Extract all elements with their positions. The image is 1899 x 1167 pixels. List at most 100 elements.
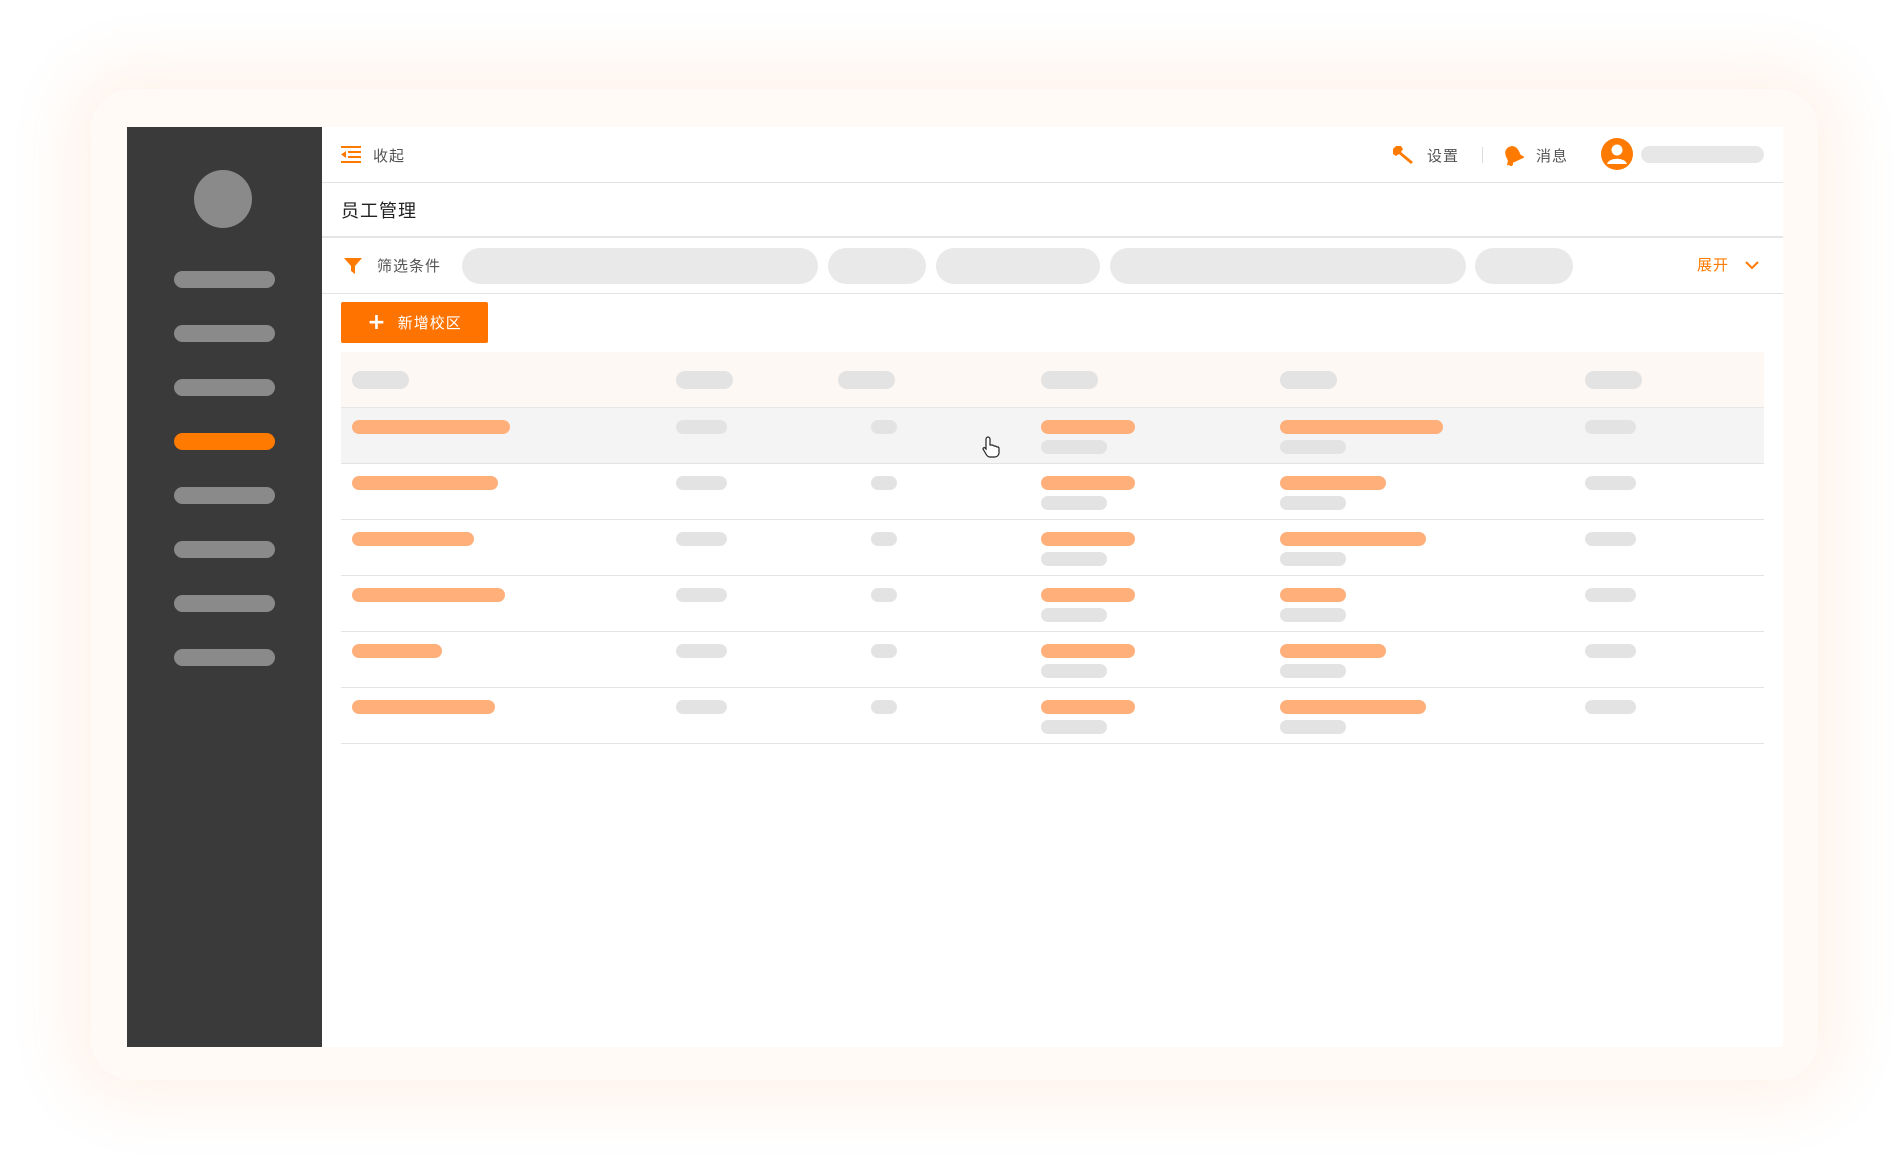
sidebar-item[interactable] (174, 595, 275, 612)
bell-icon (1505, 146, 1524, 166)
messages-label: 消息 (1536, 146, 1569, 165)
cell-sub (1041, 552, 1107, 566)
cell (871, 476, 897, 490)
table-row[interactable] (341, 632, 1764, 688)
column-header[interactable] (676, 371, 733, 389)
cell (676, 644, 727, 658)
add-campus-button[interactable]: + 新增校区 (341, 302, 488, 343)
cell-name (352, 476, 498, 490)
settings-label: 设置 (1427, 146, 1460, 165)
cell-sub (1280, 496, 1346, 510)
cell (871, 420, 897, 434)
cell-sub (1280, 720, 1346, 734)
column-header[interactable] (1585, 371, 1642, 389)
messages-button[interactable]: 消息 (1502, 143, 1568, 167)
funnel-icon (344, 258, 362, 274)
sidebar-item[interactable] (174, 487, 275, 504)
table-row[interactable] (341, 464, 1764, 520)
column-header[interactable] (838, 371, 895, 389)
table-row[interactable] (341, 408, 1764, 464)
cell-name (352, 532, 474, 546)
sidebar-item[interactable] (174, 541, 275, 558)
cell (1585, 532, 1636, 546)
cell (676, 420, 727, 434)
collapse-label: 收起 (373, 146, 406, 165)
collapse-menu-icon (341, 146, 361, 163)
sidebar-item[interactable] (174, 325, 275, 342)
cell (1041, 644, 1135, 658)
cell (1585, 644, 1636, 658)
topbar-divider (1482, 147, 1483, 163)
cell (871, 644, 897, 658)
cell-name (352, 700, 495, 714)
filter-chip[interactable] (1110, 248, 1466, 284)
collapse-button[interactable]: 收起 (341, 143, 405, 167)
cell-name (352, 644, 442, 658)
cell (1280, 476, 1386, 490)
cell-sub (1041, 720, 1107, 734)
cell-sub (1041, 608, 1107, 622)
sidebar-item-active[interactable] (174, 433, 275, 450)
page-header: 员工管理 (322, 182, 1783, 238)
add-campus-label: 新增校区 (397, 314, 462, 332)
cell-name (352, 420, 510, 434)
cell (1041, 420, 1135, 434)
cell-sub (1041, 496, 1107, 510)
cell (1280, 644, 1386, 658)
table-header (341, 352, 1764, 408)
sidebar-item[interactable] (174, 271, 275, 288)
cell (871, 588, 897, 602)
cell-sub (1280, 664, 1346, 678)
cell (676, 700, 727, 714)
plus-icon: + (367, 309, 386, 335)
cell (676, 588, 727, 602)
cell (871, 532, 897, 546)
cell (1041, 476, 1135, 490)
page-title: 员工管理 (341, 201, 417, 222)
main-content: 收起 设置 消息 员工管理 筛选条件 展开 + 新增校区 (322, 127, 1783, 1047)
sidebar (127, 127, 322, 1047)
cell (871, 700, 897, 714)
expand-button[interactable]: 展开 (1697, 254, 1759, 275)
sidebar-logo (194, 170, 252, 228)
filter-chip[interactable] (828, 248, 926, 284)
cell (1280, 532, 1426, 546)
cell (1585, 588, 1636, 602)
cell (1280, 420, 1443, 434)
settings-button[interactable]: 设置 (1393, 143, 1459, 167)
filter-chip[interactable] (1475, 248, 1573, 284)
table-row[interactable] (341, 520, 1764, 576)
top-bar: 收起 设置 消息 (322, 127, 1783, 183)
filter-label: 筛选条件 (377, 257, 442, 275)
app-window: 收起 设置 消息 员工管理 筛选条件 展开 + 新增校区 (127, 127, 1783, 1047)
table-row[interactable] (341, 576, 1764, 632)
chevron-down-icon (1745, 260, 1759, 269)
cell-sub (1041, 664, 1107, 678)
filter-chip[interactable] (936, 248, 1100, 284)
column-header[interactable] (352, 371, 409, 389)
data-table (341, 352, 1764, 744)
cell-sub (1280, 608, 1346, 622)
cell (1041, 588, 1135, 602)
cell-sub (1280, 552, 1346, 566)
column-header[interactable] (1280, 371, 1337, 389)
hand-pointer-icon (982, 436, 1000, 458)
cell-name (352, 588, 505, 602)
cell-sub (1041, 440, 1107, 454)
cell (676, 476, 727, 490)
cell (1585, 700, 1636, 714)
sidebar-item[interactable] (174, 379, 275, 396)
cell (1280, 588, 1346, 602)
cell (1280, 700, 1426, 714)
cell (1041, 532, 1135, 546)
user-avatar-icon[interactable] (1601, 138, 1633, 170)
sidebar-item[interactable] (174, 649, 275, 666)
cell-sub (1280, 440, 1346, 454)
column-header[interactable] (1041, 371, 1098, 389)
wrench-icon (1393, 146, 1413, 164)
table-row[interactable] (341, 688, 1764, 744)
user-name-placeholder[interactable] (1641, 146, 1764, 163)
filter-chip[interactable] (462, 248, 818, 284)
cell (1585, 476, 1636, 490)
cell (1585, 420, 1636, 434)
